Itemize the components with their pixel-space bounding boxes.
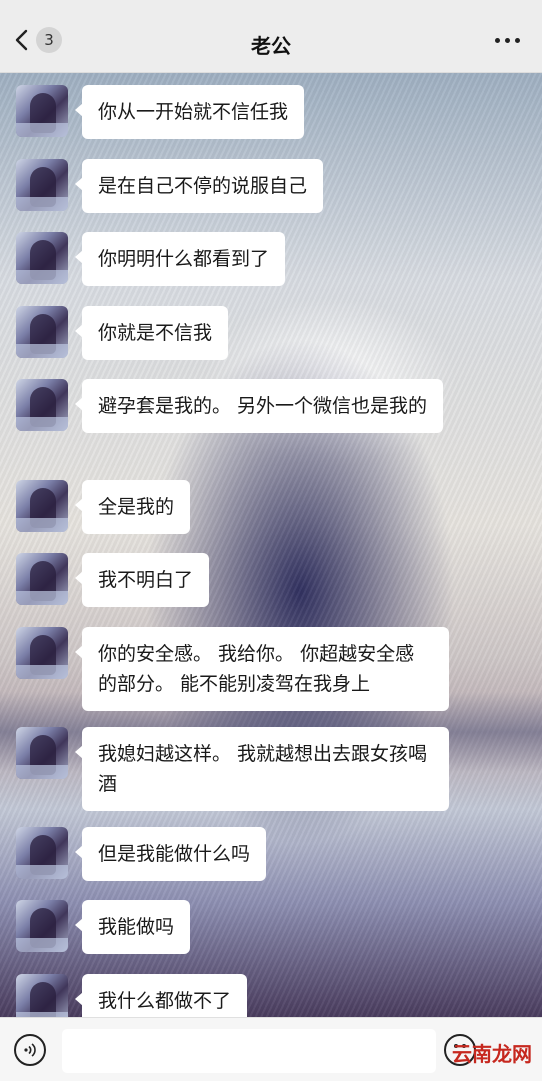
voice-button[interactable] (14, 1034, 46, 1066)
avatar[interactable] (16, 553, 68, 605)
avatar[interactable] (16, 627, 68, 679)
voice-icon (24, 1043, 36, 1057)
message-bubble[interactable]: 全是我的 (74, 480, 191, 534)
avatar[interactable] (16, 232, 68, 284)
more-options-button[interactable] (495, 38, 520, 43)
ellipsis-icon (495, 38, 500, 43)
avatar[interactable] (16, 727, 68, 779)
message-bubble[interactable]: 你就是不信我 (74, 306, 229, 360)
message-row: 是在自己不停的说服自己 (16, 159, 324, 213)
avatar[interactable] (16, 900, 68, 952)
message-row: 我媳妇越这样。 我就越想出去跟女孩喝酒 (16, 727, 449, 811)
message-row: 全是我的 (16, 480, 191, 534)
avatar[interactable] (16, 827, 68, 879)
message-bubble[interactable]: 我不明白了 (74, 553, 210, 607)
message-row: 你从一开始就不信任我 (16, 85, 305, 139)
message-row: 你的安全感。 我给你。 你超越安全感的部分。 能不能别凌驾在我身上 (16, 627, 449, 711)
avatar[interactable] (16, 379, 68, 431)
message-bubble[interactable]: 我什么都做不了 (74, 974, 248, 1017)
message-row: 我能做吗 (16, 900, 191, 954)
message-bubble[interactable]: 我能做吗 (74, 900, 191, 954)
message-row: 你就是不信我 (16, 306, 229, 360)
ellipsis-dot (515, 38, 520, 43)
message-row: 你明明什么都看到了 (16, 232, 286, 286)
watermark: 云南龙网 (452, 1042, 532, 1066)
message-list[interactable]: 你从一开始就不信任我 是在自己不停的说服自己 你明明什么都看到了 你就是不信我 … (0, 72, 542, 1017)
message-input[interactable] (62, 1029, 436, 1073)
chat-header: 3 老公 (0, 0, 542, 73)
message-row: 我不明白了 (16, 553, 210, 607)
message-bubble[interactable]: 你从一开始就不信任我 (74, 85, 305, 139)
avatar[interactable] (16, 306, 68, 358)
message-row: 但是我能做什么吗 (16, 827, 267, 881)
message-row: 我什么都做不了 (16, 974, 248, 1017)
avatar[interactable] (16, 974, 68, 1017)
avatar[interactable] (16, 159, 68, 211)
message-bubble[interactable]: 避孕套是我的。 另外一个微信也是我的 (74, 379, 444, 433)
message-bubble[interactable]: 你明明什么都看到了 (74, 232, 286, 286)
message-bubble[interactable]: 是在自己不停的说服自己 (74, 159, 324, 213)
message-row: 避孕套是我的。 另外一个微信也是我的 (16, 379, 444, 433)
avatar[interactable] (16, 480, 68, 532)
message-bubble[interactable]: 你的安全感。 我给你。 你超越安全感的部分。 能不能别凌驾在我身上 (75, 627, 449, 711)
avatar[interactable] (16, 85, 68, 137)
chat-title: 老公 (251, 34, 291, 58)
message-bubble[interactable]: 但是我能做什么吗 (74, 827, 267, 881)
message-bubble[interactable]: 我媳妇越这样。 我就越想出去跟女孩喝酒 (75, 727, 449, 811)
ellipsis-dot (505, 38, 510, 43)
